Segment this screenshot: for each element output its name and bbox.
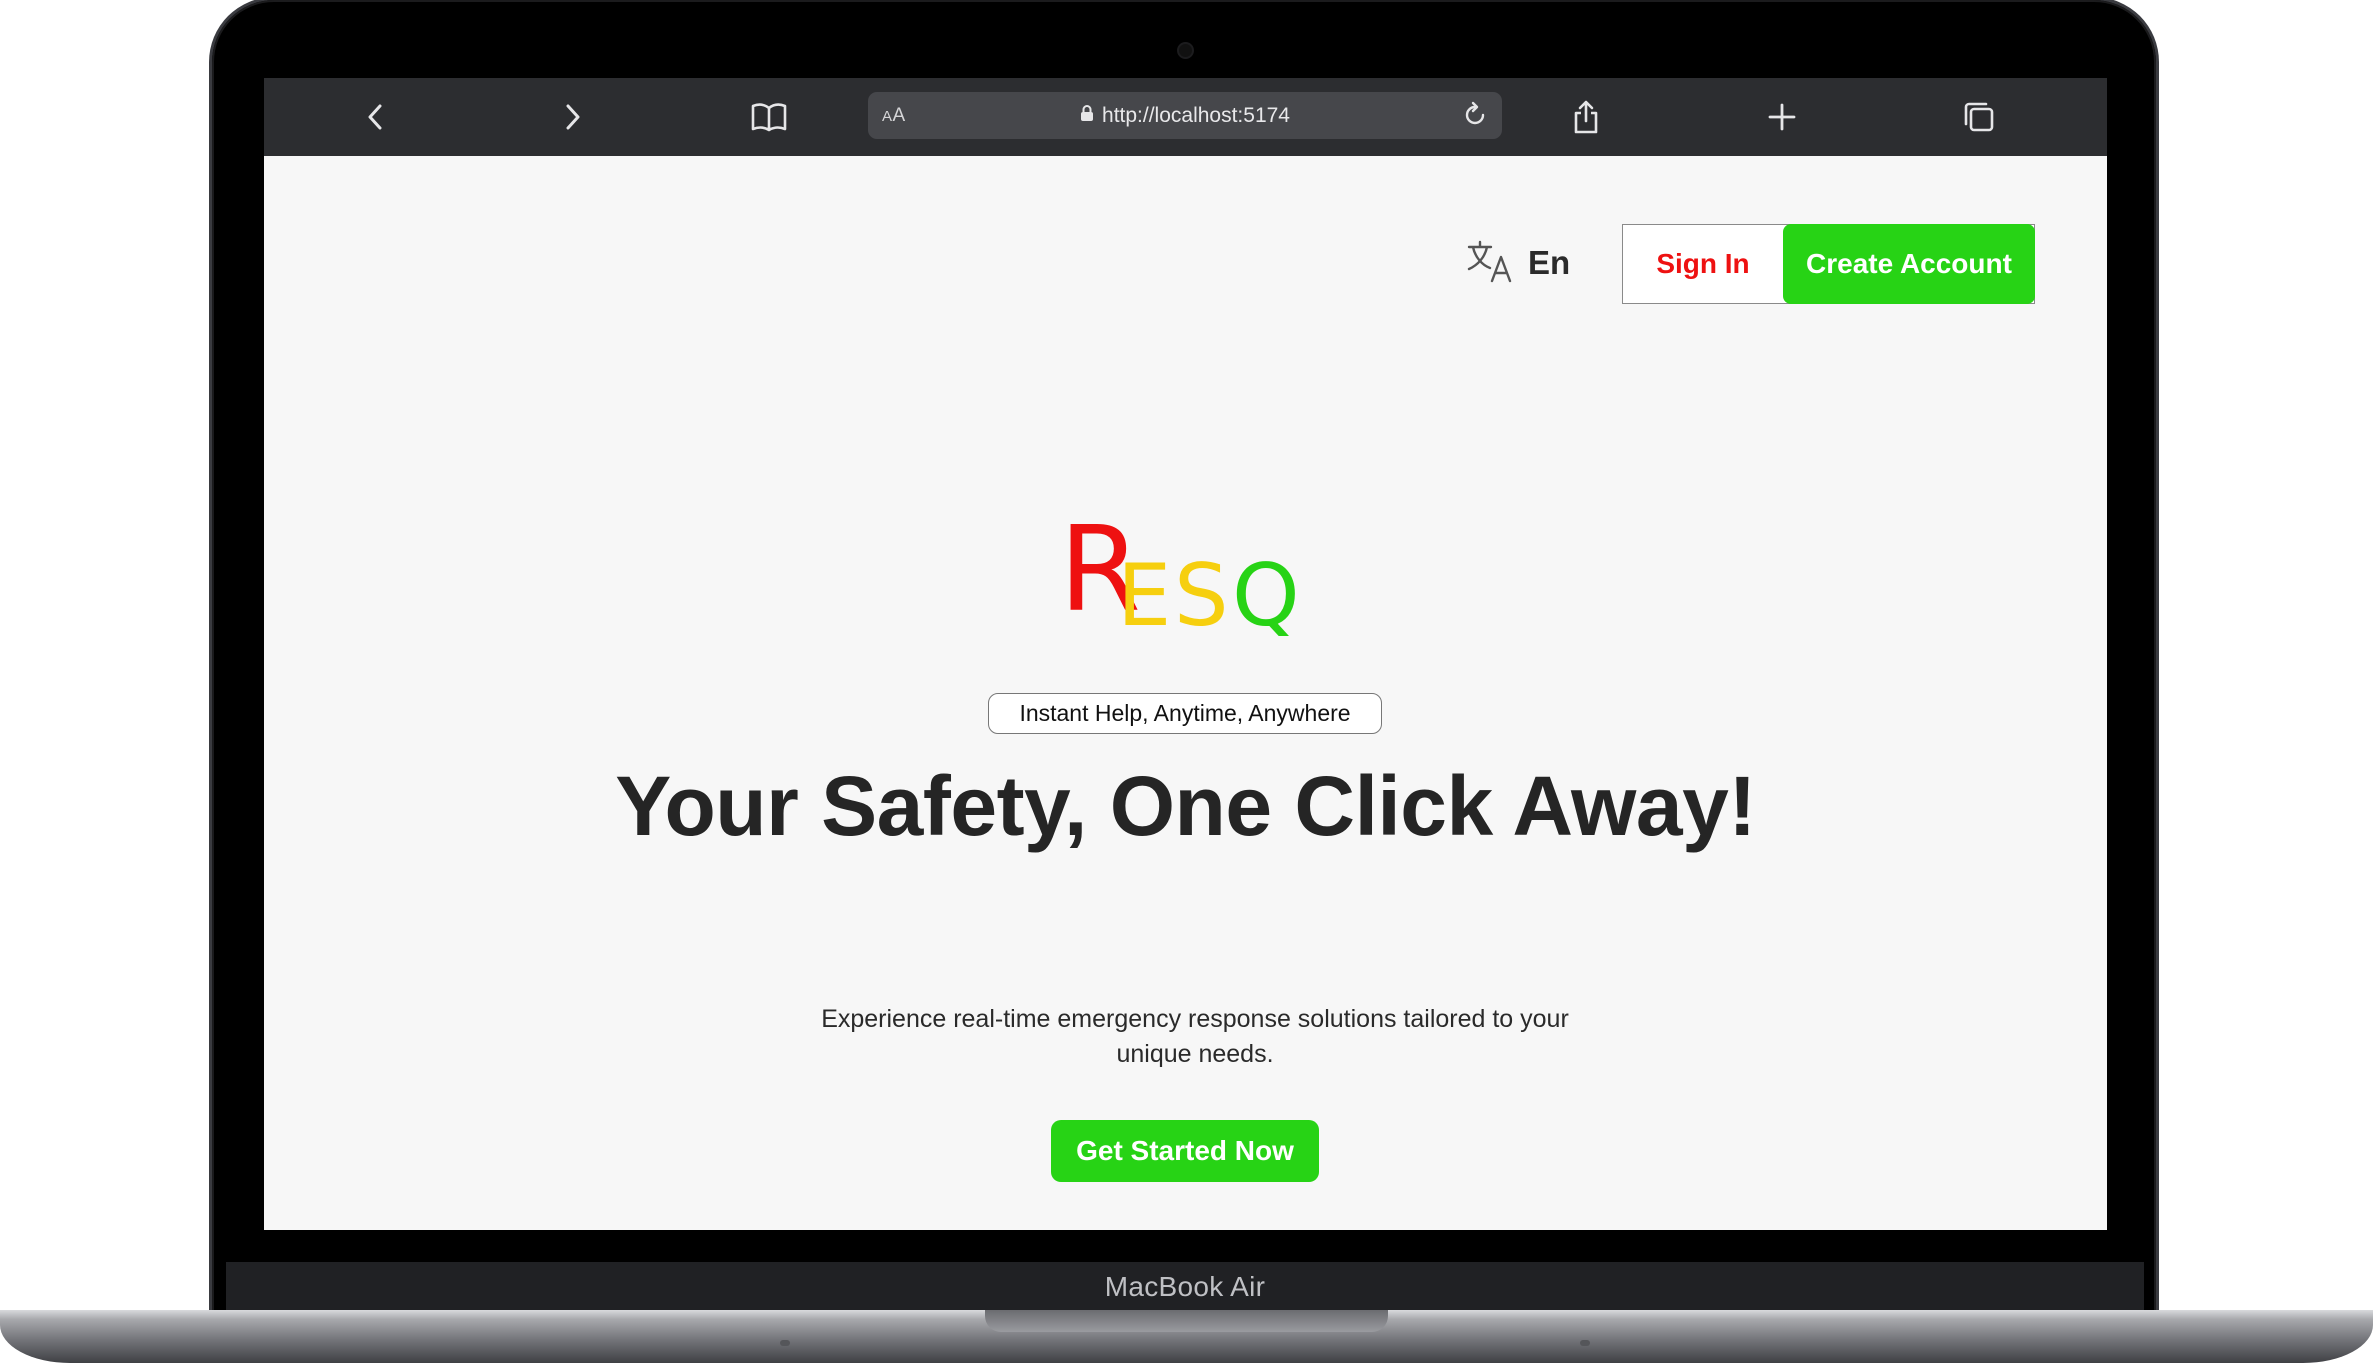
language-code[interactable]: En [1528,244,1570,282]
reload-icon[interactable] [1458,98,1492,132]
hero-headline: Your Safety, One Click Away! [615,759,1756,853]
logo-letter-s: S [1174,546,1229,646]
device-label: MacBook Air [1104,1271,1266,1302]
laptop-hinge [985,1310,1388,1332]
logo-letter-e: E [1117,546,1172,646]
back-icon[interactable] [354,95,398,139]
resq-logo: R E S Q [1059,500,1319,646]
lock-icon [1080,104,1094,128]
language-switcher[interactable]: En [1466,238,1570,288]
forward-icon[interactable] [550,95,594,139]
tabs-icon[interactable] [1957,95,2001,139]
address-bar[interactable]: AA http://localhost:5174 [868,92,1502,139]
get-started-button[interactable]: Get Started Now [1051,1120,1319,1182]
new-tab-icon[interactable] [1760,95,1804,139]
camera-icon [1179,44,1192,57]
bookmarks-icon[interactable] [747,95,791,139]
create-account-button[interactable]: Create Account [1783,224,2035,304]
laptop-foot [780,1340,790,1346]
web-page: En Sign In Create Account R E S Q Instan… [264,156,2107,1230]
browser-toolbar: AA http://localhost:5174 [264,78,2107,156]
auth-button-group: Sign In Create Account [1622,224,2035,304]
logo-letter-q: Q [1232,546,1300,646]
translate-icon [1466,239,1514,288]
url-text: http://localhost:5174 [1102,103,1290,127]
tagline-badge: Instant Help, Anytime, Anywhere [988,693,1382,734]
browser-screen: AA http://localhost:5174 En Sign In Crea… [264,78,2107,1230]
sign-in-button[interactable]: Sign In [1623,225,1783,302]
hero-subtext: Experience real-time emergency response … [821,1005,1569,1068]
laptop-foot [1580,1340,1590,1346]
share-icon[interactable] [1564,95,1608,139]
